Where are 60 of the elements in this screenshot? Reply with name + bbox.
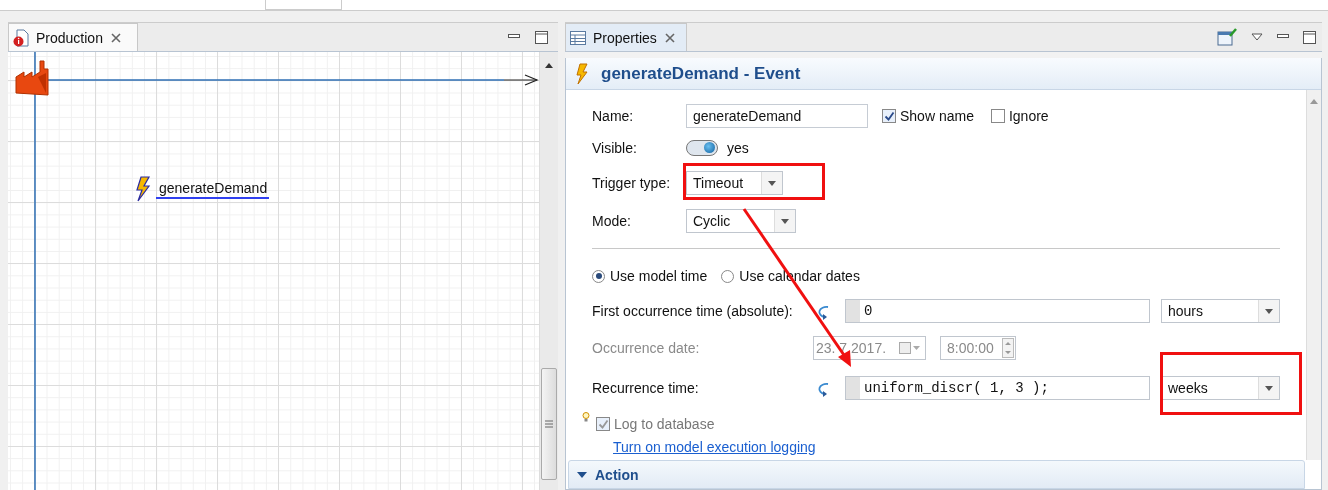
ignore-checkbox[interactable]: Ignore [990, 108, 1049, 124]
radio-button[interactable] [721, 269, 735, 283]
view-menu-icon[interactable] [1251, 33, 1263, 41]
checkbox[interactable] [882, 109, 896, 123]
caret-icon [1265, 385, 1273, 391]
minimize-icon[interactable] [508, 33, 520, 41]
properties-tab[interactable]: Properties [565, 23, 687, 51]
table-icon [570, 30, 586, 45]
tab-label: Production [36, 29, 103, 46]
window-pin-icon[interactable] [1217, 28, 1237, 46]
grip-icon [545, 420, 553, 428]
name-field[interactable]: generateDemand [686, 104, 868, 128]
editor-tab[interactable]: Production [8, 23, 138, 51]
calendar-icon [899, 342, 921, 354]
section-title: Action [595, 466, 639, 483]
field-label: First occurrence time (absolute): [592, 303, 794, 319]
toggle-switch[interactable] [686, 139, 718, 156]
caret-icon [768, 180, 776, 186]
code-field[interactable]: uniform_discr( 1, 3 ); [845, 376, 1150, 400]
caret-icon [1265, 308, 1273, 314]
trigger-type-dropdown[interactable]: Timeout [686, 171, 783, 195]
document-alert-icon [13, 28, 29, 47]
field-label: Mode: [592, 213, 632, 229]
radio-button[interactable] [592, 269, 605, 283]
lightning-icon [575, 62, 589, 85]
checkbox-label: Log to database [614, 416, 715, 432]
event-label[interactable]: generateDemand [156, 180, 270, 199]
toggle-label: yes [727, 139, 749, 156]
maximize-icon[interactable] [1303, 30, 1316, 44]
checkbox-label: Ignore [1008, 108, 1049, 124]
close-icon[interactable] [663, 31, 676, 44]
scrollbar[interactable] [539, 52, 558, 490]
field-label: Recurrence time: [592, 380, 700, 396]
field-label: Name: [592, 108, 635, 124]
lightbulb-icon [582, 412, 590, 422]
maximize-icon[interactable] [535, 30, 548, 44]
properties-title: generateDemand - Event [601, 63, 801, 84]
code-field[interactable]: 0 [845, 299, 1150, 323]
mode-dropdown[interactable]: Cyclic [686, 209, 796, 233]
scroll-up-icon[interactable] [545, 62, 553, 68]
close-icon[interactable] [109, 31, 122, 44]
tab-label: Properties [593, 29, 657, 46]
caret-icon [781, 218, 789, 224]
show-name-checkbox[interactable]: Show name [882, 108, 974, 124]
logging-link[interactable]: Turn on model execution logging [613, 439, 816, 455]
radio-option[interactable]: Use model time [592, 268, 708, 284]
scrollbar[interactable] [1306, 90, 1321, 460]
field-label: Trigger type: [592, 175, 672, 191]
checkbox-label: Show name [900, 108, 974, 124]
minimize-icon[interactable] [1277, 33, 1289, 41]
unit-dropdown[interactable]: hours [1161, 299, 1280, 323]
unit-dropdown[interactable]: weeks [1161, 376, 1280, 400]
radio-label: Use model time [610, 268, 708, 284]
scroll-thumb[interactable] [541, 368, 557, 480]
lightning-icon [135, 176, 151, 202]
field-label: Visible: [592, 139, 638, 156]
toolbar-field[interactable] [265, 0, 342, 10]
checkbox[interactable] [990, 109, 1005, 123]
section-header[interactable]: Action [568, 460, 1305, 489]
field-label: Occurrence date: [592, 340, 701, 356]
